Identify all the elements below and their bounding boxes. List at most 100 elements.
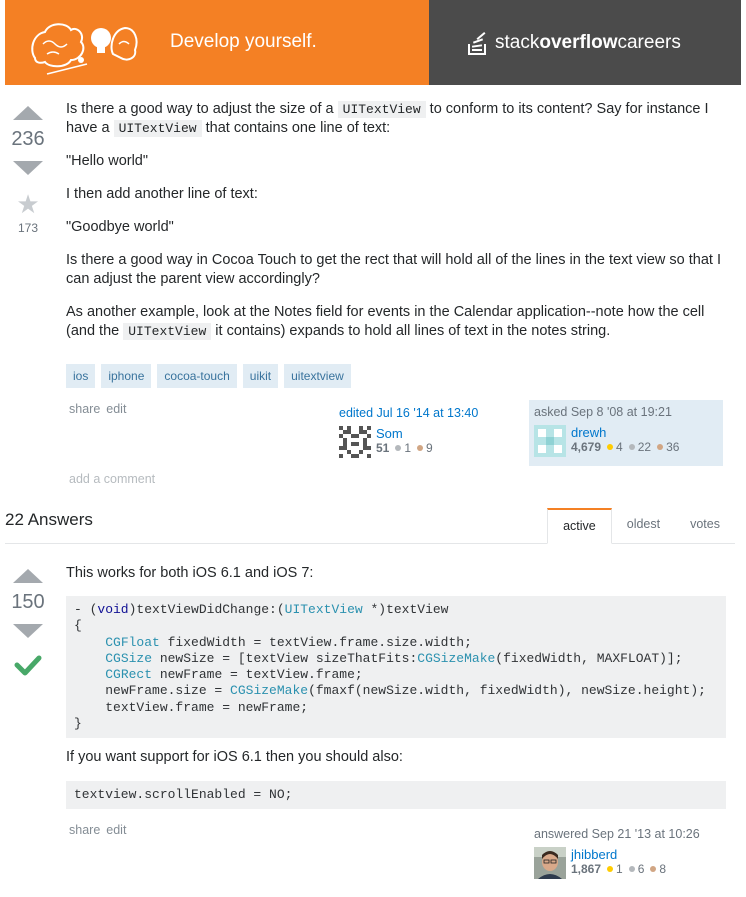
code-text: fixedWidth = textView.frame.size.width; — [159, 634, 472, 650]
upvote-button[interactable] — [13, 106, 43, 120]
user-avatar-jhibberd[interactable] — [534, 847, 566, 879]
tab-oldest[interactable]: oldest — [612, 508, 675, 543]
banner-tagline: Develop yourself. — [170, 31, 317, 52]
code-text: newFrame.size = — [105, 683, 231, 699]
user-avatar-drewh[interactable] — [534, 425, 566, 457]
banner-right-panel[interactable]: stackoverflowcareers — [429, 0, 741, 85]
share-link[interactable]: share — [69, 823, 100, 837]
code-text: (fmaxf(newSize.width, fixedWidth), newSi… — [308, 683, 706, 699]
user-name-drewh[interactable]: drewh — [571, 425, 679, 440]
question-paragraph: Is there a good way to adjust the size o… — [66, 100, 726, 138]
question-body: Is there a good way to adjust the size o… — [66, 100, 726, 355]
question-vote-cell: 236 ★ 173 — [5, 106, 51, 235]
logo-text-stack: stack — [495, 32, 540, 53]
answer-code-block-2: textview.scrollEnabled = NO; — [66, 781, 726, 810]
bronze-badge-icon — [650, 866, 657, 872]
accepted-checkmark-icon — [5, 654, 51, 681]
text: that contains one line of text: — [201, 120, 391, 136]
answer-sort-tabs: active oldest votes — [547, 508, 735, 544]
silver-badge-count: 22 — [637, 440, 652, 454]
answers-header: 22 Answers active oldest votes — [5, 508, 735, 544]
answered-time: answered Sep 21 '13 at 10:26 — [534, 827, 700, 841]
answer-mid-text: If you want support for iOS 6.1 then you… — [66, 749, 403, 765]
banner-left-panel[interactable]: Develop yourself. — [5, 0, 429, 85]
code-text: - ( — [74, 602, 98, 617]
reputation: 51 — [376, 441, 390, 455]
user-name-som[interactable]: Som — [376, 426, 433, 441]
edited-time-link[interactable]: edited Jul 16 '14 at 13:40 — [339, 406, 519, 420]
silver-badge-count: 6 — [637, 862, 645, 876]
favorite-count: 173 — [17, 221, 39, 235]
tab-votes[interactable]: votes — [675, 508, 735, 543]
editor-card: edited Jul 16 '14 at 13:40 Som 51 1 9 — [339, 406, 519, 458]
code-text: newSize = [textView sizeThatFits: — [152, 650, 418, 666]
user-name-jhibberd[interactable]: jhibberd — [571, 847, 666, 862]
question-paragraph: "Goodbye world" — [66, 219, 174, 235]
downvote-button[interactable] — [13, 161, 43, 175]
code-text: textView.frame = newFrame; — [105, 699, 309, 715]
tag-uitextview[interactable]: uitextview — [284, 364, 351, 388]
text: it contains) expands to hold all lines o… — [211, 323, 611, 339]
question-post-menu: share edit — [69, 402, 132, 416]
gold-badge-icon — [607, 866, 614, 872]
inline-code: UITextView — [113, 120, 202, 137]
text: Is there a good way to adjust the size o… — [66, 101, 338, 117]
tab-active[interactable]: active — [547, 508, 612, 544]
tag-uikit[interactable]: uikit — [242, 364, 279, 388]
code-text: { — [74, 618, 82, 634]
gold-badge-count: 4 — [616, 440, 623, 454]
edit-link[interactable]: edit — [106, 823, 126, 837]
favorite-star-icon[interactable]: ★ — [5, 191, 51, 217]
answers-count: 22 Answers — [5, 510, 93, 529]
code-text: (fixedWidth, MAXFLOAT)]; — [495, 650, 683, 666]
question-paragraph: "Hello world" — [66, 153, 149, 169]
question-tags: ios iphone cocoa-touch uikit uitextview — [66, 364, 351, 388]
inline-code: UITextView — [123, 323, 212, 340]
edit-link[interactable]: edit — [106, 402, 126, 416]
tag-cocoa-touch[interactable]: cocoa-touch — [157, 364, 237, 388]
upvote-button[interactable] — [13, 569, 43, 583]
silver-badge-icon — [628, 444, 635, 450]
code-type: CGSize — [105, 650, 153, 666]
answer-code-block: - (void)textViewDidChange:(UITextView *)… — [66, 596, 726, 739]
logo-text-overflow: overflow — [539, 32, 618, 53]
question-paragraph: Is there a good way in Cocoa Touch to ge… — [66, 252, 722, 287]
answer-post-menu: share edit — [69, 823, 132, 837]
downvote-button[interactable] — [13, 624, 43, 638]
bronze-badge-count: 8 — [659, 862, 667, 876]
question-paragraph: I then add another line of text: — [66, 186, 258, 202]
code-type: UITextView — [284, 602, 363, 617]
code-type: CGFloat — [105, 634, 160, 650]
reputation: 1,867 — [571, 862, 602, 876]
share-link[interactable]: share — [69, 402, 100, 416]
bronze-badge-count: 36 — [666, 440, 680, 454]
stack-icon — [468, 32, 486, 55]
logo-text-careers: careers — [617, 32, 681, 53]
gold-badge-icon — [607, 444, 614, 450]
code-text: newFrame = textView.frame; — [152, 667, 363, 683]
asker-card: asked Sep 8 '08 at 19:21 drewh 4,679 4 22 3… — [529, 400, 723, 466]
question-score: 236 — [11, 128, 45, 150]
code-text: *)textView — [362, 602, 449, 617]
bronze-badge-icon — [657, 444, 664, 450]
bronze-badge-count: 9 — [426, 441, 433, 455]
brain-lightbulb-illustration — [31, 23, 138, 75]
asked-time: asked Sep 8 '08 at 19:21 — [534, 405, 672, 419]
stackoverflow-careers-logo: stackoverflowcareers — [467, 30, 681, 56]
inline-code: UITextView — [337, 101, 426, 118]
user-avatar-som[interactable] — [339, 426, 371, 458]
code-text: } — [74, 716, 82, 732]
answer-score: 150 — [11, 591, 45, 613]
tag-ios[interactable]: ios — [66, 364, 96, 388]
bronze-badge-icon — [417, 445, 424, 451]
code-text: )textViewDidChange:( — [128, 602, 285, 617]
careers-banner[interactable]: Develop yourself. stackoverflowcareers — [5, 0, 741, 85]
silver-badge-icon — [628, 866, 635, 872]
add-comment-link[interactable]: add a comment — [69, 472, 155, 486]
reputation: 4,679 — [571, 440, 602, 454]
code-type: CGSizeMake — [417, 650, 496, 666]
code-keyword: void — [97, 602, 129, 617]
tag-iphone[interactable]: iphone — [101, 364, 152, 388]
answer-intro: This works for both iOS 6.1 and iOS 7: — [66, 565, 314, 581]
silver-badge-icon — [395, 445, 402, 451]
